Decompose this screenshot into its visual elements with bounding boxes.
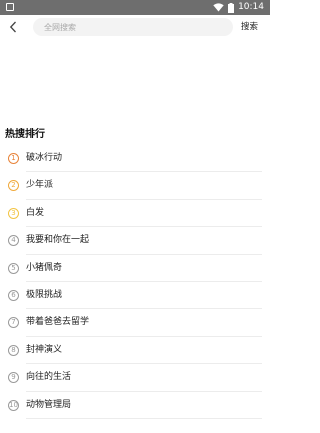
list-item[interactable]: 8 封神演义 <box>0 337 270 365</box>
rank-badge: 2 <box>8 180 19 192</box>
chevron-left-icon <box>9 21 16 33</box>
wifi-icon <box>213 3 224 12</box>
list-item[interactable]: 3 白发 <box>0 200 270 228</box>
status-time: 10:14 <box>238 2 264 12</box>
item-title: 封神演义 <box>26 344 63 355</box>
rank-badge: 1 <box>8 153 19 164</box>
rank-badge: 5 <box>8 262 19 274</box>
rank-badge: 8 <box>8 344 19 356</box>
rank-badge: 6 <box>8 289 19 301</box>
list-item[interactable]: 1 破冰行动 <box>0 145 270 173</box>
divider <box>26 417 262 419</box>
list-item[interactable]: 9 向往的生活 <box>0 364 270 392</box>
search-header: 搜索 <box>0 15 270 39</box>
list-item[interactable]: 4 我要和你在一起 <box>0 227 270 255</box>
item-title: 小猪佩奇 <box>26 262 63 273</box>
item-title: 极限挑战 <box>26 289 63 300</box>
item-title: 带着爸爸去留学 <box>26 317 90 328</box>
rank-badge: 3 <box>8 207 19 219</box>
item-title: 破冰行动 <box>26 153 63 163</box>
search-button[interactable]: 搜索 <box>241 19 258 35</box>
hot-search-list: 1 破冰行动 2 少年派 3 白发 4 我要和你在一起 5 小猪佩奇 6 极限挑战 7 带着爸爸去留学 8 封… <box>0 145 270 419</box>
list-item[interactable]: 2 少年派 <box>0 172 270 200</box>
section-title: 热搜排行 <box>5 129 45 140</box>
list-item[interactable]: 6 极限挑战 <box>0 282 270 310</box>
item-title: 我要和你在一起 <box>26 235 90 246</box>
battery-icon <box>228 2 235 13</box>
rank-badge: 9 <box>8 372 19 384</box>
rank-badge: 7 <box>8 317 19 329</box>
search-input[interactable] <box>33 18 233 36</box>
status-bar: 10:14 <box>0 0 270 15</box>
item-title: 少年派 <box>26 180 54 191</box>
notification-icon <box>6 3 14 11</box>
list-item[interactable]: 10 动物管理局 <box>0 392 270 419</box>
item-title: 向往的生活 <box>26 372 72 383</box>
item-title: 白发 <box>26 207 45 218</box>
list-item[interactable]: 5 小猪佩奇 <box>0 255 270 282</box>
list-item[interactable]: 7 带着爸爸去留学 <box>0 309 270 337</box>
back-button[interactable] <box>4 17 22 37</box>
rank-badge: 4 <box>8 235 19 247</box>
item-title: 动物管理局 <box>26 399 72 410</box>
rank-badge: 10 <box>8 399 19 411</box>
